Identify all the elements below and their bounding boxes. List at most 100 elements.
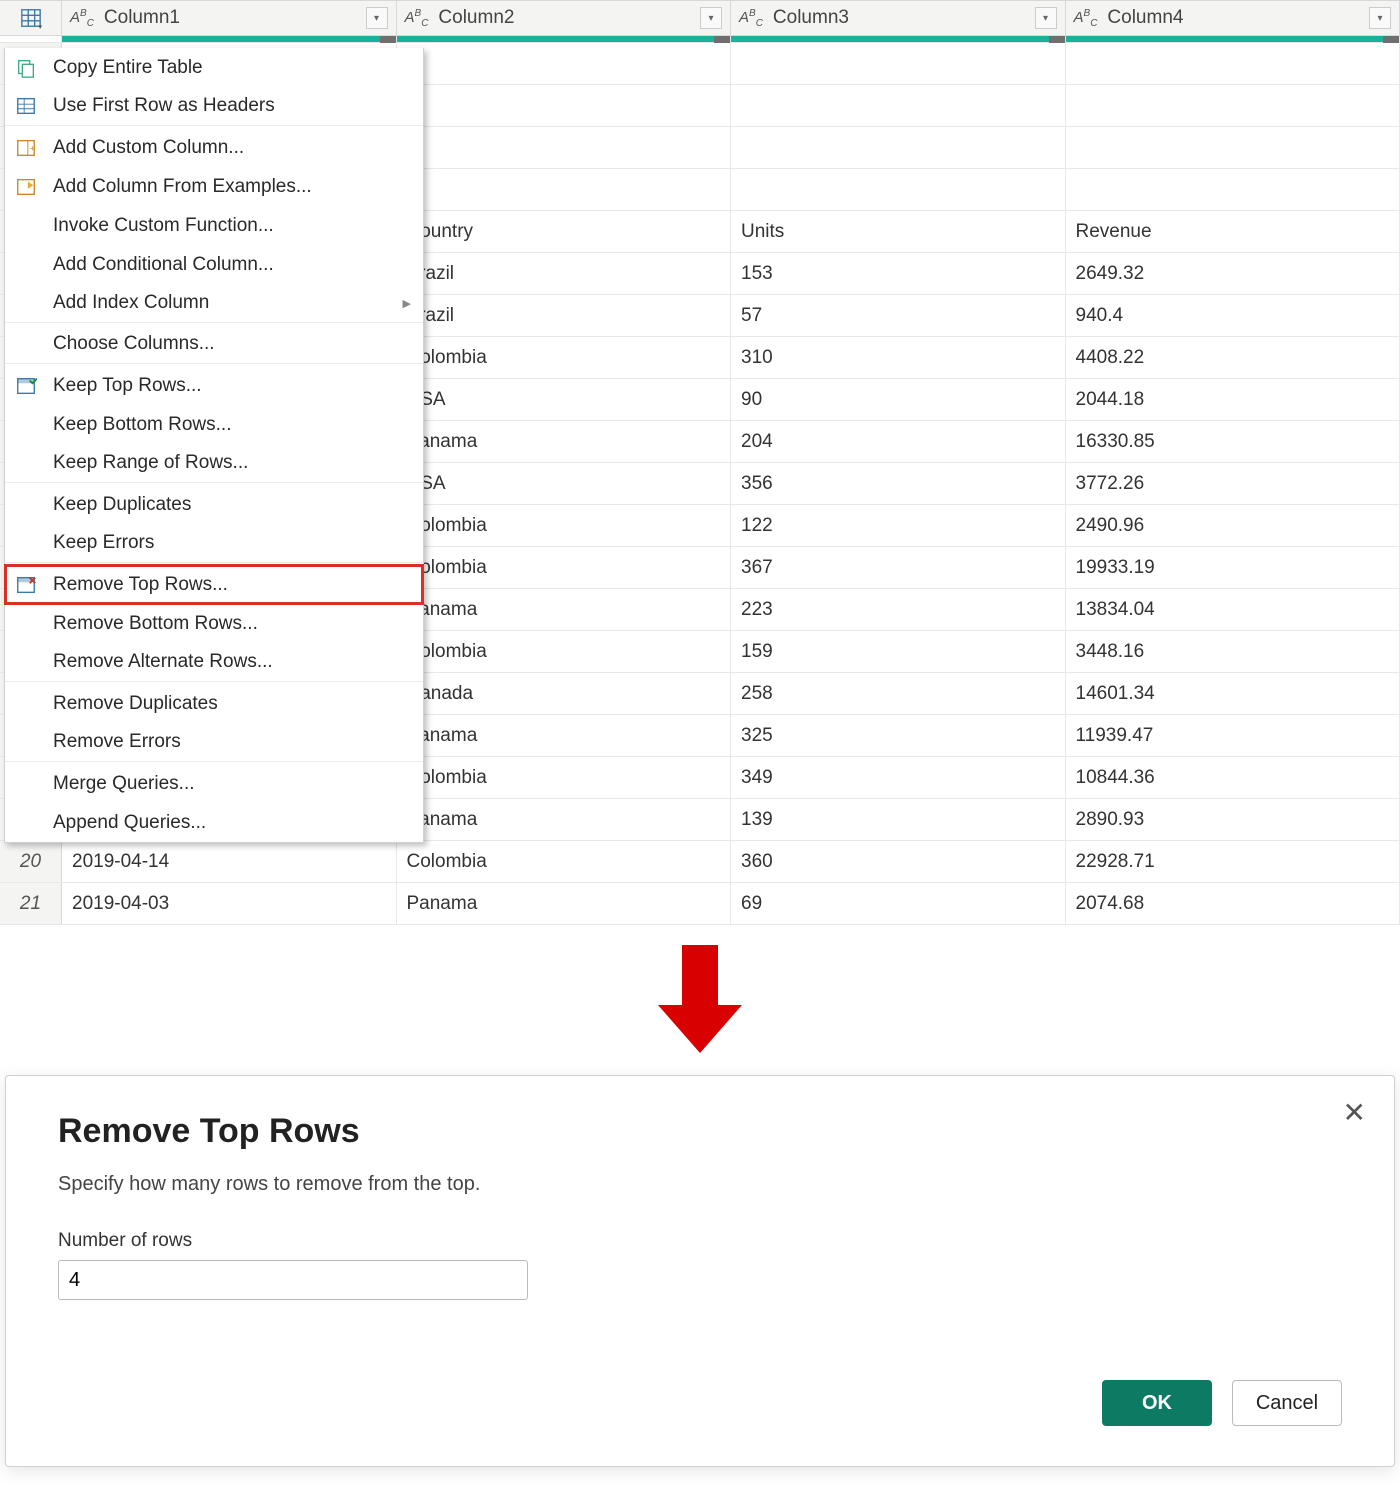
- cell[interactable]: 223: [731, 589, 1066, 630]
- cell[interactable]: [397, 43, 732, 84]
- cell[interactable]: 940.4: [1066, 295, 1400, 336]
- table-row[interactable]: 212019-04-03Panama692074.68: [0, 883, 1400, 925]
- cell[interactable]: Colombia: [397, 505, 732, 546]
- menu-item-use-first-row-as-headers[interactable]: Use First Row as Headers: [5, 87, 423, 126]
- cell[interactable]: [731, 127, 1066, 168]
- cell[interactable]: Panama: [397, 883, 732, 924]
- cell[interactable]: Units: [731, 211, 1066, 252]
- menu-item-remove-errors[interactable]: Remove Errors: [5, 723, 423, 762]
- cell[interactable]: [1066, 85, 1400, 126]
- cell[interactable]: Brazil: [397, 253, 732, 294]
- filter-dropdown-icon[interactable]: ▾: [1369, 7, 1391, 29]
- menu-item-keep-range-of-rows[interactable]: Keep Range of Rows...: [5, 444, 423, 483]
- cell[interactable]: Colombia: [397, 337, 732, 378]
- cell[interactable]: Panama: [397, 421, 732, 462]
- cell[interactable]: Country: [397, 211, 732, 252]
- column-header-3[interactable]: ABC Column3 ▾: [731, 1, 1066, 35]
- close-icon[interactable]: ✕: [1343, 1096, 1366, 1129]
- menu-item-invoke-custom-function[interactable]: Invoke Custom Function...: [5, 206, 423, 245]
- cell[interactable]: 204: [731, 421, 1066, 462]
- menu-item-add-index-column[interactable]: Add Index Column▶: [5, 284, 423, 323]
- table-corner-button[interactable]: [0, 1, 62, 35]
- menu-item-keep-bottom-rows[interactable]: Keep Bottom Rows...: [5, 405, 423, 444]
- cell[interactable]: 3772.26: [1066, 463, 1400, 504]
- cell[interactable]: [397, 169, 732, 210]
- menu-item-add-conditional-column[interactable]: Add Conditional Column...: [5, 245, 423, 284]
- cell[interactable]: 4408.22: [1066, 337, 1400, 378]
- cell[interactable]: Colombia: [397, 547, 732, 588]
- cell[interactable]: Colombia: [397, 757, 732, 798]
- cell[interactable]: 2649.32: [1066, 253, 1400, 294]
- cell[interactable]: 2044.18: [1066, 379, 1400, 420]
- cell[interactable]: 349: [731, 757, 1066, 798]
- cell[interactable]: 258: [731, 673, 1066, 714]
- menu-item-keep-errors[interactable]: Keep Errors: [5, 524, 423, 563]
- cell[interactable]: 310: [731, 337, 1066, 378]
- cell[interactable]: [1066, 127, 1400, 168]
- cell[interactable]: 2890.93: [1066, 799, 1400, 840]
- cell[interactable]: 360: [731, 841, 1066, 882]
- column-header-1[interactable]: ABC Column1 ▾: [62, 1, 397, 35]
- menu-item-remove-top-rows[interactable]: Remove Top Rows...: [5, 565, 423, 604]
- cell[interactable]: 13834.04: [1066, 589, 1400, 630]
- cell[interactable]: 16330.85: [1066, 421, 1400, 462]
- menu-item-remove-alternate-rows[interactable]: Remove Alternate Rows...: [5, 643, 423, 682]
- cell[interactable]: 90: [731, 379, 1066, 420]
- cell[interactable]: 356: [731, 463, 1066, 504]
- cell[interactable]: 2019-04-03: [62, 883, 397, 924]
- cell[interactable]: 122: [731, 505, 1066, 546]
- menu-item-add-custom-column[interactable]: +Add Custom Column...: [5, 128, 423, 167]
- menu-item-remove-duplicates[interactable]: Remove Duplicates: [5, 684, 423, 723]
- filter-dropdown-icon[interactable]: ▾: [366, 7, 388, 29]
- menu-item-merge-queries[interactable]: Merge Queries...: [5, 764, 423, 803]
- cell[interactable]: 11939.47: [1066, 715, 1400, 756]
- cell[interactable]: Colombia: [397, 841, 732, 882]
- cancel-button[interactable]: Cancel: [1232, 1380, 1342, 1426]
- cell[interactable]: USA: [397, 379, 732, 420]
- cell[interactable]: Revenue: [1066, 211, 1400, 252]
- cell[interactable]: 10844.36: [1066, 757, 1400, 798]
- cell[interactable]: 153: [731, 253, 1066, 294]
- menu-item-keep-duplicates[interactable]: Keep Duplicates: [5, 485, 423, 524]
- menu-item-choose-columns[interactable]: Choose Columns...: [5, 325, 423, 364]
- cell[interactable]: [1066, 43, 1400, 84]
- cell[interactable]: [731, 85, 1066, 126]
- cell[interactable]: [731, 43, 1066, 84]
- cell[interactable]: 22928.71: [1066, 841, 1400, 882]
- ok-button[interactable]: OK: [1102, 1380, 1212, 1426]
- cell[interactable]: [397, 127, 732, 168]
- cell[interactable]: [1066, 169, 1400, 210]
- cell[interactable]: [731, 169, 1066, 210]
- cell[interactable]: 57: [731, 295, 1066, 336]
- cell[interactable]: Brazil: [397, 295, 732, 336]
- cell[interactable]: 367: [731, 547, 1066, 588]
- cell[interactable]: 325: [731, 715, 1066, 756]
- cell[interactable]: 159: [731, 631, 1066, 672]
- cell[interactable]: USA: [397, 463, 732, 504]
- menu-item-copy-entire-table[interactable]: Copy Entire Table: [5, 48, 423, 87]
- menu-item-remove-bottom-rows[interactable]: Remove Bottom Rows...: [5, 604, 423, 643]
- menu-item-append-queries[interactable]: Append Queries...: [5, 803, 423, 842]
- cell[interactable]: 19933.19: [1066, 547, 1400, 588]
- column-header-4[interactable]: ABC Column4 ▾: [1066, 1, 1400, 35]
- table-row[interactable]: 202019-04-14Colombia36022928.71: [0, 841, 1400, 883]
- cell[interactable]: Colombia: [397, 631, 732, 672]
- cell[interactable]: Panama: [397, 715, 732, 756]
- cell[interactable]: [397, 85, 732, 126]
- filter-dropdown-icon[interactable]: ▾: [1035, 7, 1057, 29]
- number-of-rows-input[interactable]: [58, 1260, 528, 1300]
- cell[interactable]: 2490.96: [1066, 505, 1400, 546]
- cell[interactable]: Panama: [397, 589, 732, 630]
- cell[interactable]: 2019-04-14: [62, 841, 397, 882]
- cell[interactable]: 139: [731, 799, 1066, 840]
- cell[interactable]: 14601.34: [1066, 673, 1400, 714]
- menu-item-keep-top-rows[interactable]: Keep Top Rows...: [5, 366, 423, 405]
- cell[interactable]: Canada: [397, 673, 732, 714]
- cell[interactable]: 69: [731, 883, 1066, 924]
- cell[interactable]: Panama: [397, 799, 732, 840]
- cell[interactable]: 2074.68: [1066, 883, 1400, 924]
- column-header-2[interactable]: ABC Column2 ▾: [397, 1, 732, 35]
- menu-item-add-column-from-examples[interactable]: Add Column From Examples...: [5, 167, 423, 206]
- filter-dropdown-icon[interactable]: ▾: [700, 7, 722, 29]
- cell[interactable]: 3448.16: [1066, 631, 1400, 672]
